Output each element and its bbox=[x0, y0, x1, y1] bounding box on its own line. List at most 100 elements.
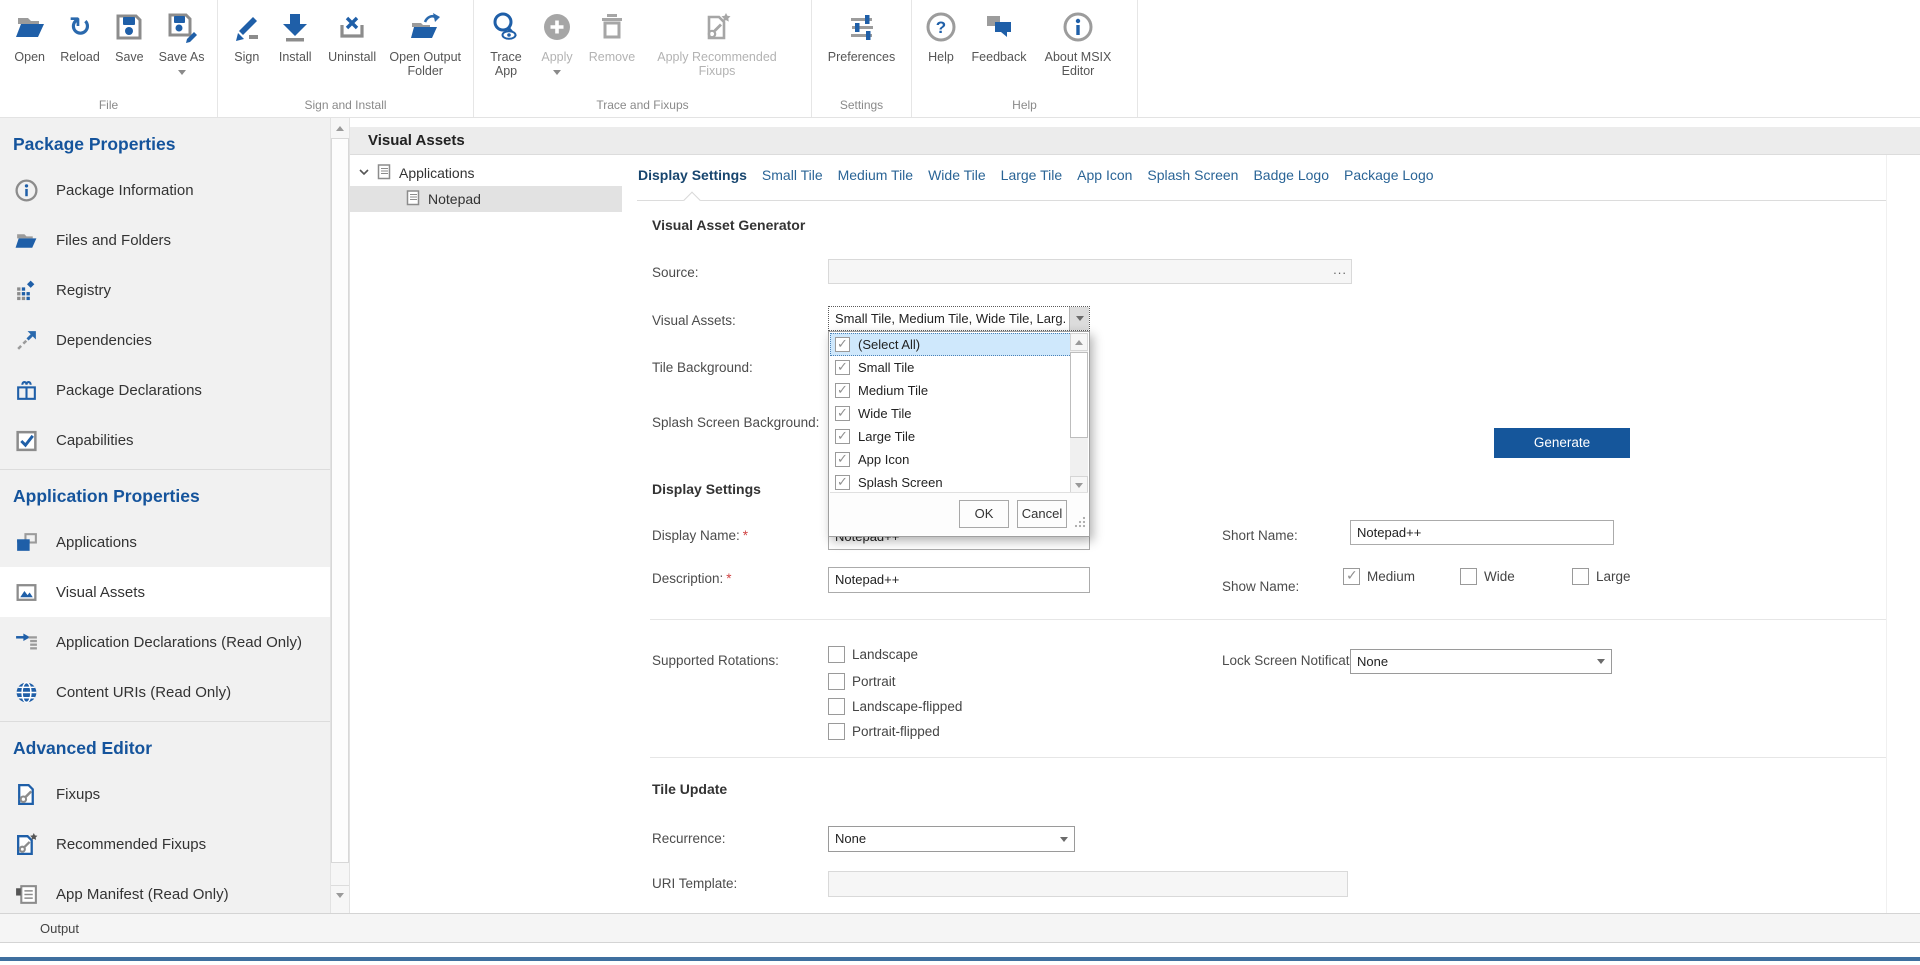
package-gift-icon bbox=[13, 377, 39, 403]
visual-assets-content: Display Settings Small Tile Medium Tile … bbox=[630, 155, 1920, 913]
scroll-up-arrow[interactable] bbox=[1070, 333, 1088, 351]
cancel-button[interactable]: Cancel bbox=[1017, 500, 1067, 528]
ok-button[interactable]: OK bbox=[959, 500, 1009, 528]
sidebar-item-recommended-fixups[interactable]: Recommended Fixups bbox=[0, 819, 330, 869]
checkbox[interactable] bbox=[828, 723, 845, 740]
trace-app-button[interactable]: Trace App bbox=[480, 9, 532, 79]
recurrence-select[interactable]: None bbox=[828, 826, 1075, 852]
sidebar-item-fixups[interactable]: Fixups bbox=[0, 769, 330, 819]
dropdown-option-small-tile[interactable]: Small Tile bbox=[830, 356, 1088, 379]
rotation-landscape-flipped-checkbox[interactable]: Landscape-flipped bbox=[828, 698, 962, 715]
rotation-landscape-checkbox[interactable]: Landscape bbox=[828, 646, 918, 663]
visual-assets-combobox[interactable]: Small Tile, Medium Tile, Wide Tile, Larg… bbox=[828, 306, 1090, 331]
checkbox[interactable] bbox=[1343, 568, 1360, 585]
checkbox[interactable] bbox=[835, 337, 850, 352]
remove-button[interactable]: Remove bbox=[582, 9, 642, 64]
uninstall-button[interactable]: Uninstall bbox=[321, 9, 384, 64]
dropdown-option-app-icon[interactable]: App Icon bbox=[830, 448, 1088, 471]
source-input[interactable]: ... bbox=[828, 259, 1352, 284]
combo-dropdown-button[interactable] bbox=[1591, 650, 1611, 673]
preferences-button[interactable]: Preferences bbox=[818, 9, 905, 64]
sidebar-item-registry[interactable]: Registry bbox=[0, 265, 330, 315]
sidebar-item-applications[interactable]: Applications bbox=[0, 517, 330, 567]
dropdown-scrollbar[interactable] bbox=[1070, 333, 1088, 494]
sidebar-item-capabilities[interactable]: Capabilities bbox=[0, 415, 330, 465]
feedback-button[interactable]: Feedback bbox=[964, 9, 1034, 64]
rotation-portrait-checkbox[interactable]: Portrait bbox=[828, 673, 896, 690]
tree-node-notepad[interactable]: Notepad bbox=[350, 186, 622, 212]
combo-dropdown-button[interactable] bbox=[1054, 827, 1074, 851]
open-output-folder-button[interactable]: Open Output Folder bbox=[383, 9, 467, 79]
checkbox[interactable] bbox=[1460, 568, 1477, 585]
lock-screen-notifications-select[interactable]: None bbox=[1350, 649, 1612, 674]
checkbox[interactable] bbox=[835, 360, 850, 375]
checkbox[interactable] bbox=[828, 646, 845, 663]
tab-package-logo[interactable]: Package Logo bbox=[1343, 165, 1435, 185]
tab-display-settings[interactable]: Display Settings bbox=[637, 165, 748, 185]
declarations-icon bbox=[13, 629, 39, 655]
checkbox[interactable] bbox=[828, 673, 845, 690]
apply-button[interactable]: Apply bbox=[532, 9, 582, 75]
save-button[interactable]: Save bbox=[107, 9, 153, 64]
tab-small-tile[interactable]: Small Tile bbox=[761, 165, 824, 185]
sidebar-item-app-manifest[interactable]: App Manifest (Read Only) bbox=[0, 869, 330, 913]
tree-node-applications[interactable]: Applications bbox=[350, 160, 630, 186]
checkbox[interactable] bbox=[835, 406, 850, 421]
scrollbar-thumb[interactable] bbox=[331, 138, 349, 863]
tab-badge-logo[interactable]: Badge Logo bbox=[1252, 165, 1330, 185]
required-mark: * bbox=[743, 528, 748, 543]
sidebar-item-dependencies[interactable]: Dependencies bbox=[0, 315, 330, 365]
checkbox[interactable] bbox=[835, 429, 850, 444]
output-label: Output bbox=[40, 921, 79, 936]
scrollbar-thumb[interactable] bbox=[1070, 352, 1088, 438]
tab-wide-tile[interactable]: Wide Tile bbox=[927, 165, 987, 185]
apply-recommended-fixups-button[interactable]: Apply Recommended Fixups bbox=[642, 9, 792, 79]
sidebar-item-application-declarations[interactable]: Application Declarations (Read Only) bbox=[0, 617, 330, 667]
checkbox[interactable] bbox=[835, 383, 850, 398]
sign-button[interactable]: Sign bbox=[224, 9, 270, 64]
scroll-down-arrow[interactable] bbox=[331, 885, 349, 905]
tab-splash-screen[interactable]: Splash Screen bbox=[1146, 165, 1239, 185]
generate-button[interactable]: Generate bbox=[1494, 428, 1630, 458]
tab-medium-tile[interactable]: Medium Tile bbox=[837, 165, 914, 185]
scroll-up-arrow[interactable] bbox=[331, 118, 349, 138]
sidebar-item-visual-assets[interactable]: Visual Assets bbox=[0, 567, 330, 617]
rotation-portrait-flipped-checkbox[interactable]: Portrait-flipped bbox=[828, 723, 940, 740]
browse-button[interactable]: ... bbox=[1333, 262, 1347, 278]
reload-button[interactable]: ↻ Reload bbox=[53, 9, 106, 64]
uri-template-input[interactable] bbox=[828, 871, 1348, 897]
help-button[interactable]: ? Help bbox=[918, 9, 964, 64]
checkbox[interactable] bbox=[835, 475, 850, 490]
dropdown-option-large-tile[interactable]: Large Tile bbox=[830, 425, 1088, 448]
open-button[interactable]: Open bbox=[6, 9, 53, 64]
dropdown-option-wide-tile[interactable]: Wide Tile bbox=[830, 402, 1088, 425]
output-bar[interactable]: Output bbox=[0, 913, 1920, 943]
dropdown-option-select-all[interactable]: (Select All) bbox=[830, 333, 1088, 356]
dropdown-option-splash-screen[interactable]: Splash Screen bbox=[830, 471, 1088, 494]
checkbox[interactable] bbox=[1572, 568, 1589, 585]
about-msix-editor-button[interactable]: About MSIX Editor bbox=[1034, 9, 1122, 79]
chevron-down-icon[interactable] bbox=[358, 165, 370, 181]
short-name-label: Short Name: bbox=[1222, 528, 1298, 543]
dropdown-option-medium-tile[interactable]: Medium Tile bbox=[830, 379, 1088, 402]
show-name-medium-checkbox[interactable]: Medium bbox=[1343, 568, 1415, 585]
sidebar-item-package-information[interactable]: Package Information bbox=[0, 165, 330, 215]
required-mark: * bbox=[726, 571, 731, 586]
tab-large-tile[interactable]: Large Tile bbox=[1000, 165, 1063, 185]
preferences-sliders-icon bbox=[844, 9, 880, 45]
tab-app-icon[interactable]: App Icon bbox=[1076, 165, 1133, 185]
description-input[interactable]: Notepad++ bbox=[828, 567, 1090, 593]
sidebar-item-files-and-folders[interactable]: Files and Folders bbox=[0, 215, 330, 265]
checkbox[interactable] bbox=[828, 698, 845, 715]
show-name-large-checkbox[interactable]: Large bbox=[1572, 568, 1631, 585]
short-name-input[interactable]: Notepad++ bbox=[1350, 520, 1614, 545]
resize-grip[interactable] bbox=[1074, 515, 1086, 533]
install-button[interactable]: Install bbox=[270, 9, 321, 64]
sidebar-item-package-declarations[interactable]: Package Declarations bbox=[0, 365, 330, 415]
sidebar-item-content-uris[interactable]: Content URIs (Read Only) bbox=[0, 667, 330, 717]
save-as-button[interactable]: Save As bbox=[152, 9, 211, 75]
sidebar-scrollbar[interactable] bbox=[330, 118, 350, 913]
combo-dropdown-button[interactable] bbox=[1069, 307, 1089, 330]
checkbox[interactable] bbox=[835, 452, 850, 467]
show-name-wide-checkbox[interactable]: Wide bbox=[1460, 568, 1515, 585]
